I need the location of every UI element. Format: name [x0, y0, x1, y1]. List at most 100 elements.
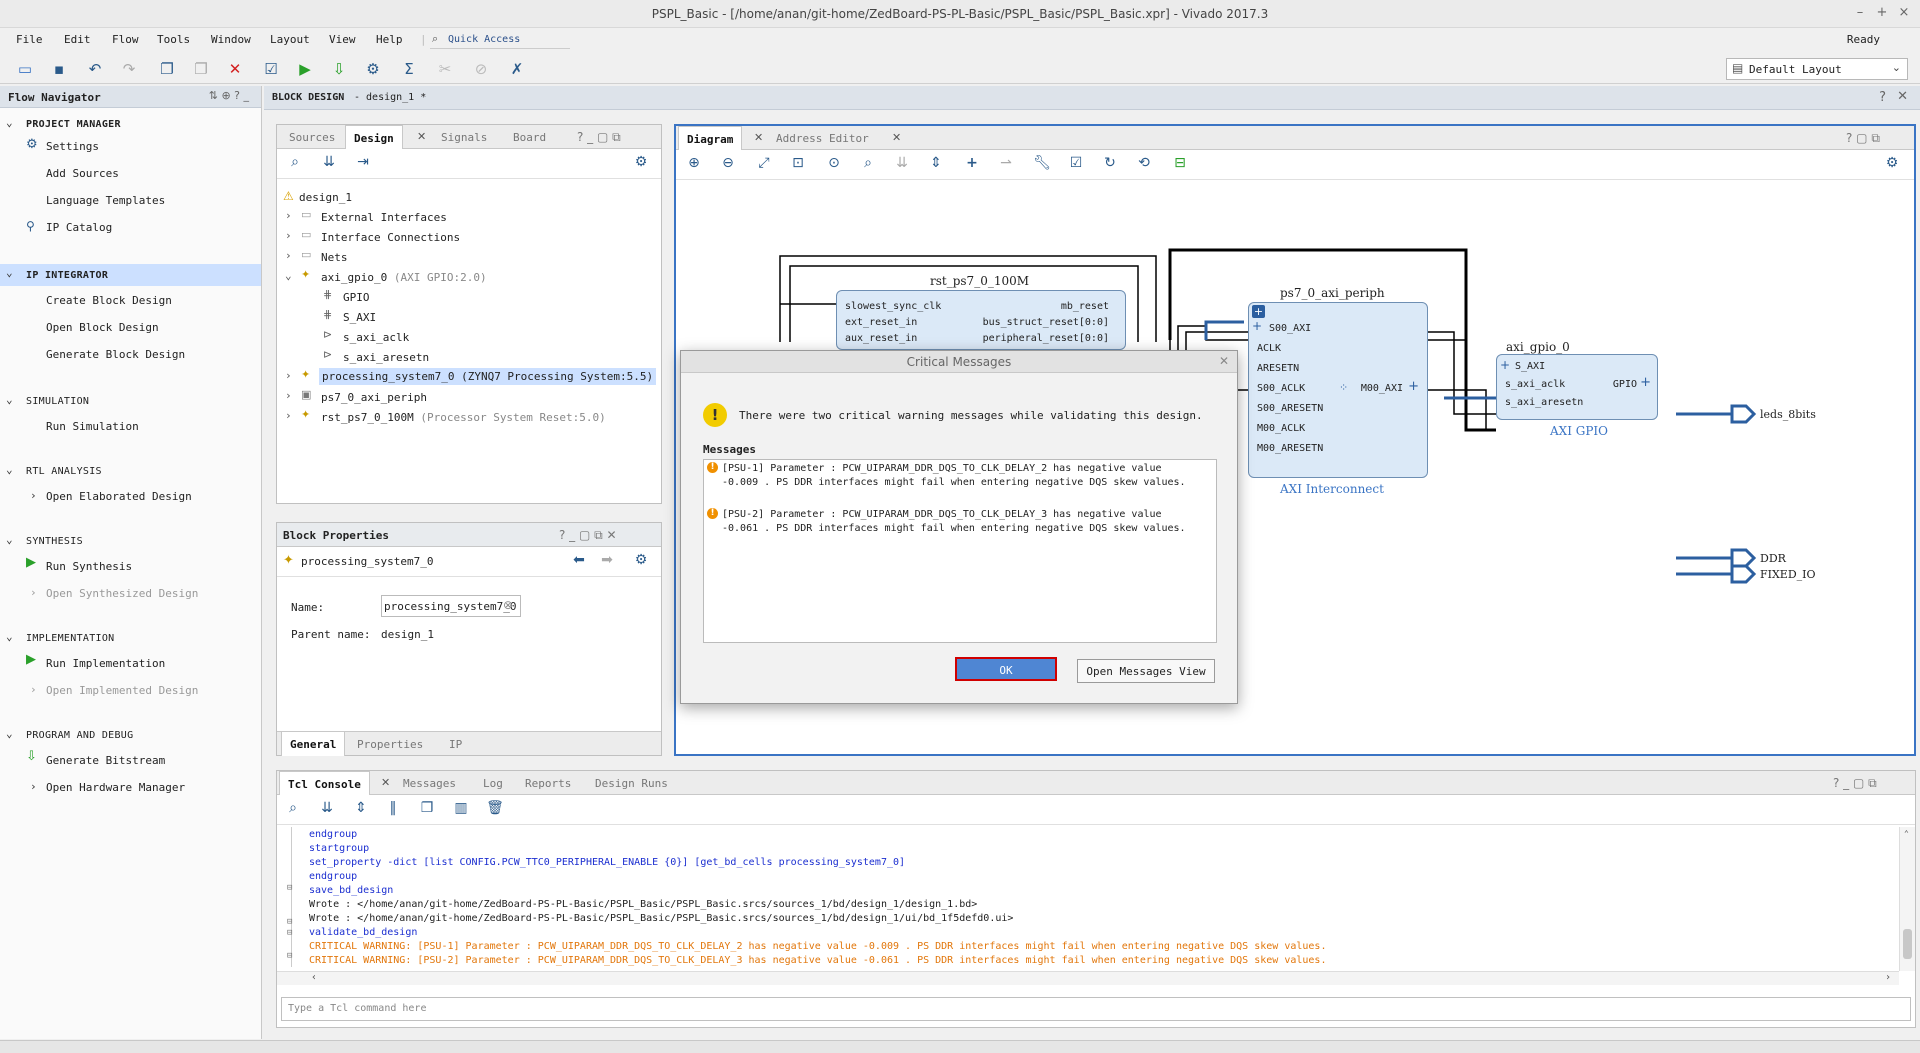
rst-port-slowest-sync-clk[interactable]: slowest_sync_clk	[845, 301, 941, 312]
collapse-icon[interactable]: ⇊	[892, 155, 912, 175]
periph-port-m00-axi[interactable]: M00_AXI	[1361, 383, 1403, 394]
zoom-area-icon[interactable]: ⊡	[788, 155, 808, 175]
menu-tools[interactable]: Tools	[157, 33, 190, 46]
periph-port-aresetn[interactable]: ARESETN	[1257, 363, 1299, 374]
panel-window-controls-icon[interactable]: ? _ ▢ ⧉	[577, 130, 621, 145]
tree-rst[interactable]: rst_ps7_0_100M (Processor System Reset:5…	[321, 411, 606, 424]
trash-icon[interactable]: 🗑︎	[485, 800, 505, 820]
plus-icon[interactable]: +	[1408, 379, 1419, 394]
gear-icon[interactable]: ⚙	[631, 552, 651, 572]
chevron-up-icon[interactable]: ⌃	[1904, 829, 1909, 838]
layout-select[interactable]: ▤ Default Layout ⌄	[1726, 58, 1908, 80]
back-arrow-icon[interactable]: ⬅	[569, 552, 589, 572]
disabled-tool-icon-2[interactable]: ⊘	[470, 58, 492, 80]
tab-properties[interactable]: Properties	[349, 732, 431, 756]
console-output[interactable]: ⊟ ⊟ ⊟ ⊟ endgroup startgroup set_property…	[277, 827, 1899, 971]
tab-reports[interactable]: Reports	[517, 771, 579, 795]
rst-port-aux-reset-in[interactable]: aux_reset_in	[845, 333, 917, 344]
chevron-down-icon[interactable]: ⌄	[6, 266, 13, 279]
tab-signals[interactable]: Signals	[433, 125, 495, 149]
rst-block[interactable]: slowest_sync_clk ext_reset_in aux_reset_…	[836, 290, 1126, 350]
chevron-right-icon[interactable]: ›	[285, 209, 292, 222]
gpio-port-gpio[interactable]: GPIO	[1613, 379, 1637, 390]
chevron-right-icon[interactable]: ›	[285, 249, 292, 262]
nav-open-hardware-manager[interactable]: Open Hardware Manager	[46, 781, 185, 794]
validate-icon[interactable]: ☑	[1066, 155, 1086, 175]
chevron-down-icon[interactable]: ⌄	[6, 727, 13, 740]
nav-open-block-design[interactable]: Open Block Design	[46, 321, 159, 334]
tree-interface-connections[interactable]: Interface Connections	[321, 231, 460, 244]
refresh-icon[interactable]: ↻	[1100, 155, 1120, 175]
close-tab-icon[interactable]: ✕	[381, 776, 390, 789]
tab-sources[interactable]: Sources	[281, 125, 343, 149]
close-icon[interactable]: ✕	[1219, 354, 1229, 368]
select-area-icon[interactable]: ⊙	[824, 155, 844, 175]
quick-access-box[interactable]: ⌕ Quick Access	[430, 31, 570, 49]
name-field[interactable]: processing_system7_0	[381, 595, 521, 617]
external-port-leds[interactable]: leds_8bits	[1760, 408, 1816, 421]
plus-icon[interactable]: +	[1500, 358, 1510, 372]
fold-icon[interactable]: ⊟	[287, 951, 292, 961]
copy-icon[interactable]: ❐	[156, 58, 178, 80]
tree-axi-periph[interactable]: ps7_0_axi_periph	[321, 391, 427, 404]
menu-file[interactable]: File	[16, 33, 43, 46]
expand-icon[interactable]: ⇕	[926, 155, 946, 175]
disabled-tool-icon[interactable]: ✂	[434, 58, 456, 80]
tree-external-interfaces[interactable]: External Interfaces	[321, 211, 447, 224]
tab-messages[interactable]: Messages	[395, 771, 464, 795]
tab-design[interactable]: Design	[345, 125, 403, 149]
minimize-icon[interactable]: –	[1852, 5, 1868, 21]
undo-icon[interactable]: ↶	[84, 58, 106, 80]
fold-icon[interactable]: ⊟	[287, 917, 292, 927]
close-tab-icon[interactable]: ✕	[754, 131, 763, 144]
panel-window-controls-icon[interactable]: ? _ ▢ ⧉ ✕	[559, 528, 617, 543]
nav-settings[interactable]: Settings	[46, 140, 99, 153]
nav-section-implementation[interactable]: IMPLEMENTATION	[26, 633, 115, 644]
generate-bitstream-icon[interactable]: ⇩	[328, 58, 350, 80]
menu-view[interactable]: View	[329, 33, 356, 46]
nav-open-synthesized-design[interactable]: Open Synthesized Design	[46, 587, 198, 600]
close-window-icon[interactable]: ×	[1896, 5, 1912, 21]
rst-port-peripheral-reset[interactable]: peripheral_reset[0:0]	[983, 333, 1109, 344]
nav-section-synthesis[interactable]: SYNTHESIS	[26, 536, 83, 547]
regenerate-layout-icon[interactable]: ⟲	[1134, 155, 1154, 175]
delete-icon[interactable]: ✕	[224, 58, 246, 80]
chevron-down-icon[interactable]: ⌄	[285, 269, 292, 282]
message-1[interactable]: [PSU-1] Parameter : PCW_UIPARAM_DDR_DQS_…	[722, 463, 1162, 474]
pause-icon[interactable]: ‖	[383, 800, 403, 820]
ok-button[interactable]: OK	[955, 657, 1057, 681]
close-icon[interactable]: ✕	[1897, 89, 1908, 104]
tree-axi-gpio[interactable]: axi_gpio_0 (AXI GPIO:2.0)	[321, 271, 487, 284]
wrench-icon[interactable]: 🔧︎	[1032, 155, 1052, 175]
expand-all-icon[interactable]: ⇕	[351, 800, 371, 820]
tab-diagram[interactable]: Diagram	[678, 126, 743, 150]
tab-address-editor[interactable]: Address Editor	[768, 126, 877, 150]
panel-window-controls-icon[interactable]: ? ▢ ⧉	[1846, 131, 1880, 146]
console-vertical-scrollbar[interactable]: ⌃	[1899, 827, 1915, 971]
sigma-icon[interactable]: Σ	[398, 58, 420, 80]
periph-port-aclk[interactable]: ACLK	[1257, 343, 1281, 354]
collapse-all-icon[interactable]: ⇊	[317, 800, 337, 820]
collapse-all-icon[interactable]: ⇊	[319, 154, 339, 174]
nav-generate-block-design[interactable]: Generate Block Design	[46, 348, 185, 361]
tree-s-axi-port[interactable]: S_AXI	[343, 311, 376, 324]
menu-layout[interactable]: Layout	[270, 33, 310, 46]
add-ip-icon[interactable]: +	[962, 155, 982, 175]
maximize-icon[interactable]: +	[1874, 5, 1890, 21]
tree-aresetn-port[interactable]: s_axi_aresetn	[343, 351, 429, 364]
chevron-right-icon[interactable]: ›	[30, 586, 37, 599]
rst-port-ext-reset-in[interactable]: ext_reset_in	[845, 317, 917, 328]
expand-block-icon[interactable]: +	[1252, 305, 1265, 318]
rst-port-bus-struct-reset[interactable]: bus_struct_reset[0:0]	[983, 317, 1109, 328]
chevron-right-icon[interactable]: ›	[30, 780, 37, 793]
chevron-down-icon[interactable]: ⌄	[6, 463, 13, 476]
chevron-down-icon[interactable]: ⌄	[6, 533, 13, 546]
open-messages-view-button[interactable]: Open Messages View	[1077, 659, 1215, 683]
panel-window-controls-icon[interactable]: ? _ ▢ ⧉	[1833, 776, 1877, 791]
chevron-right-icon[interactable]: ›	[1885, 972, 1891, 983]
scrollbar-thumb[interactable]	[1903, 929, 1912, 959]
chevron-right-icon[interactable]: ›	[285, 389, 292, 402]
nav-add-sources[interactable]: Add Sources	[46, 167, 119, 180]
chevron-down-icon[interactable]: ⌄	[6, 393, 13, 406]
chevron-right-icon[interactable]: ›	[285, 229, 292, 242]
